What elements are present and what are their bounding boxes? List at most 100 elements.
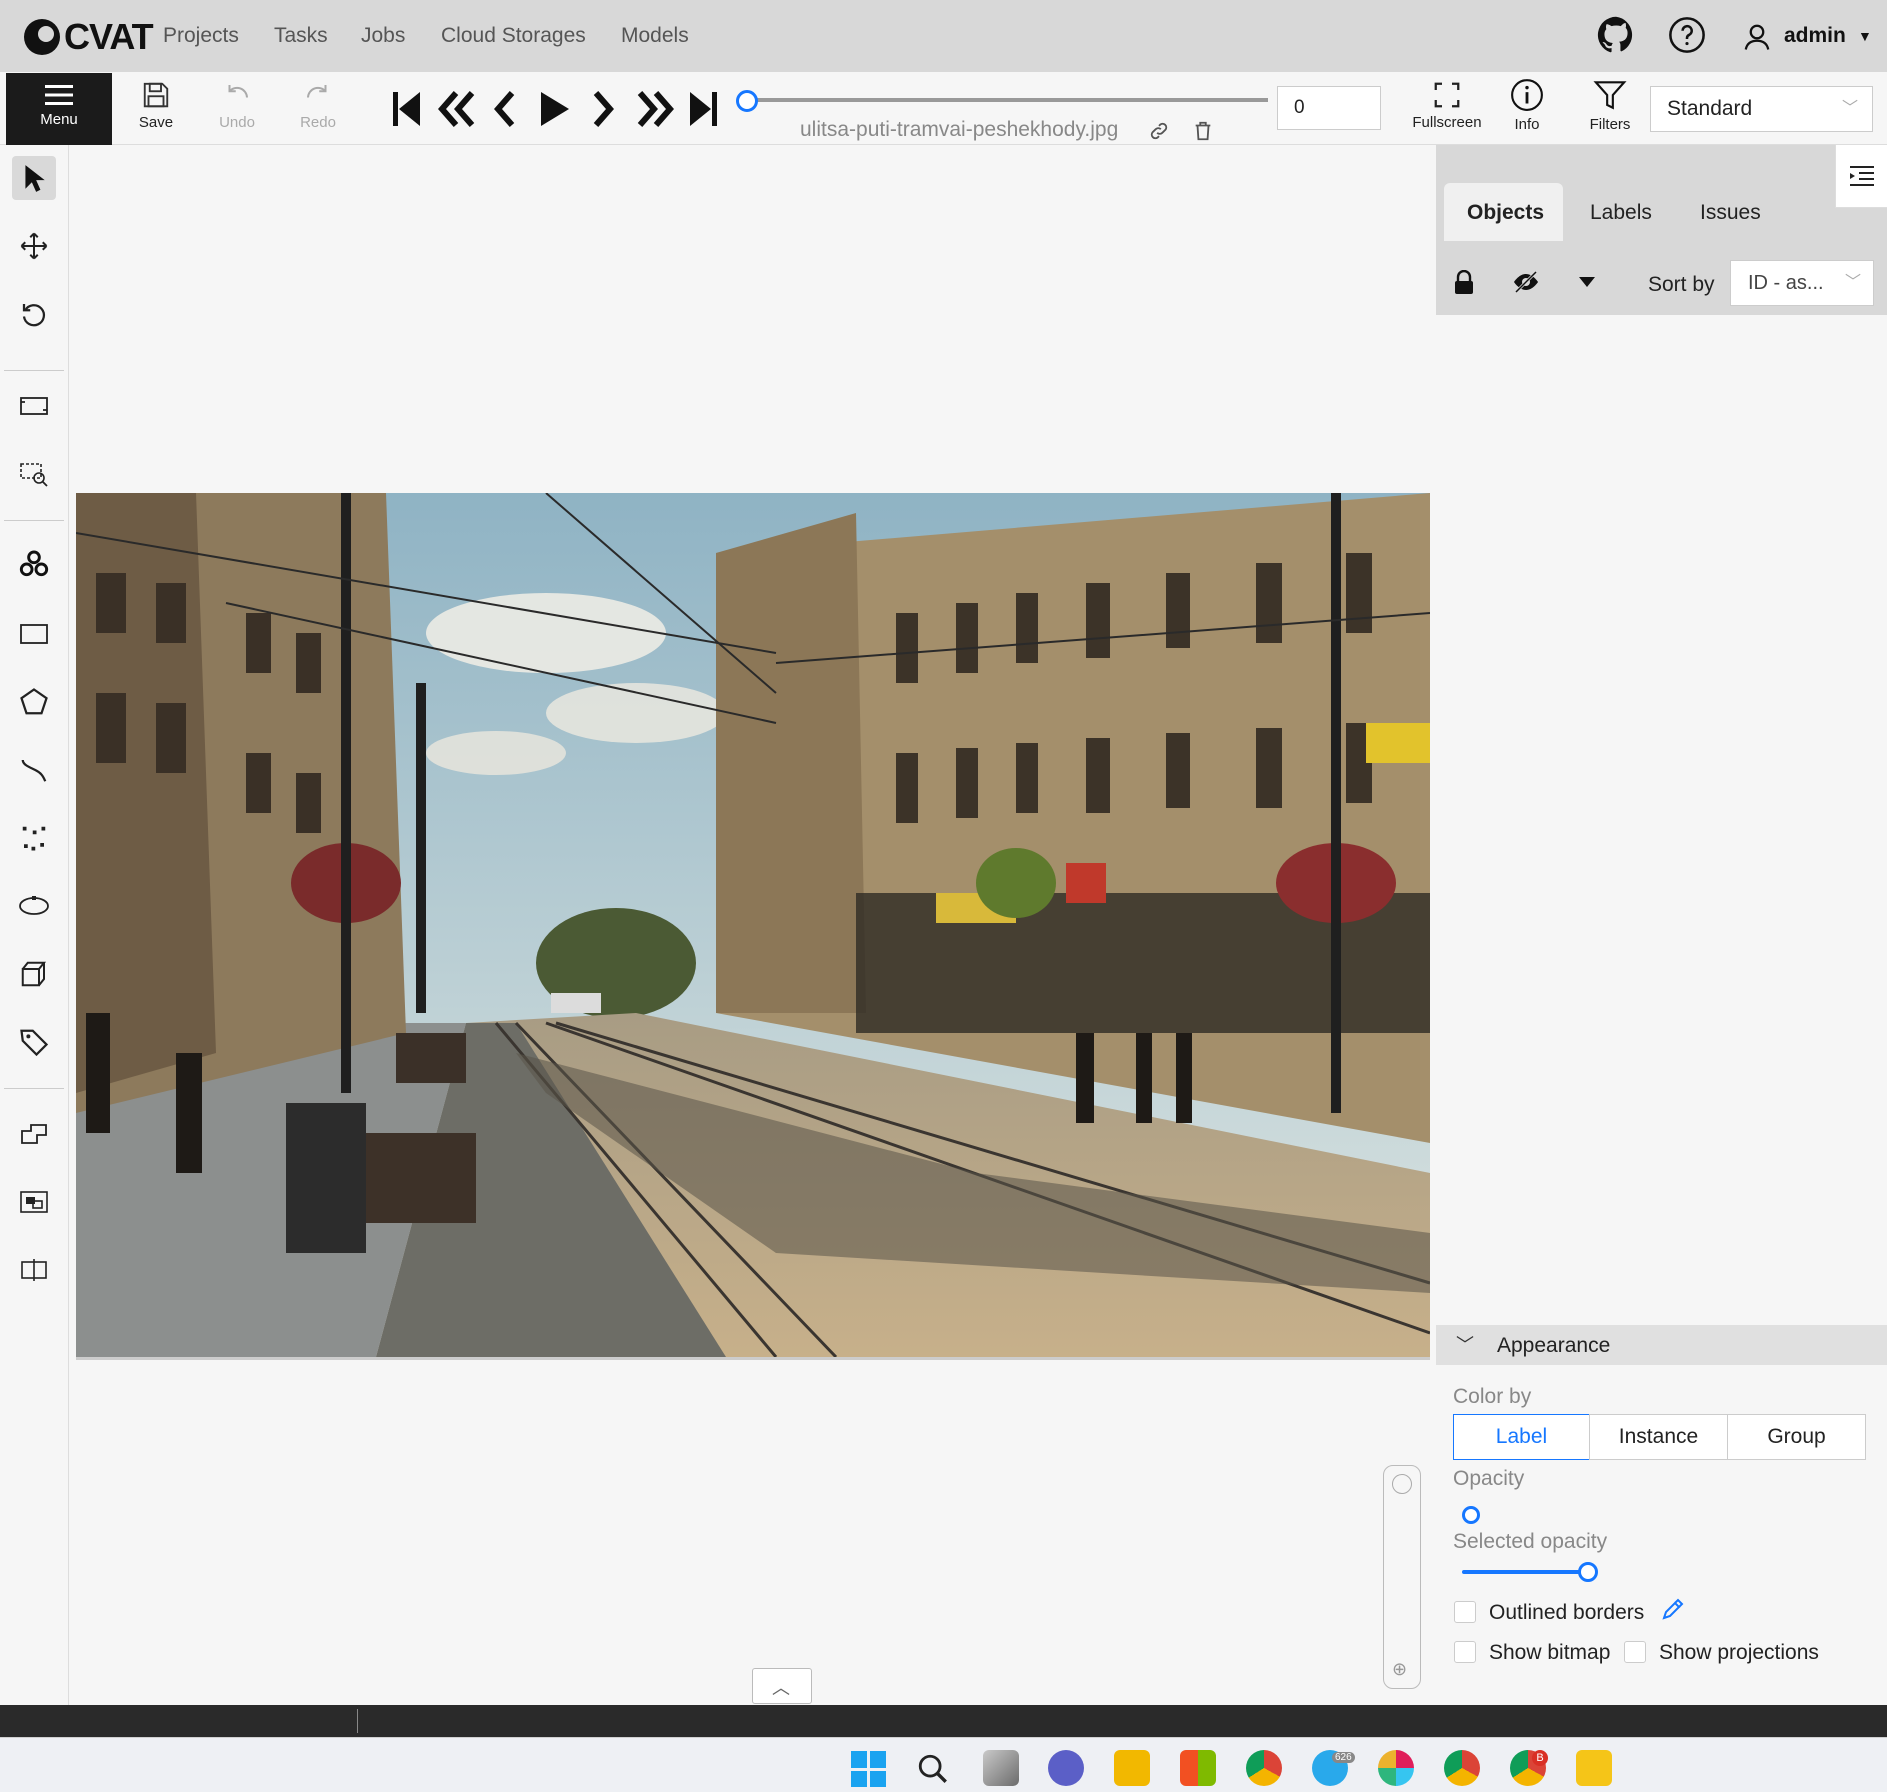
help-icon[interactable] <box>1668 16 1706 54</box>
rotate-tool[interactable] <box>12 292 56 336</box>
first-frame-icon[interactable] <box>390 88 422 130</box>
nav-projects[interactable]: Projects <box>163 24 239 48</box>
redo-button[interactable]: Redo <box>292 80 344 131</box>
sidebar-collapse-button[interactable] <box>1835 145 1887 208</box>
undo-label: Undo <box>219 114 255 131</box>
selected-opacity-slider-track[interactable] <box>1462 1570 1586 1574</box>
save-button[interactable]: Save <box>130 80 182 131</box>
microsoft-store-icon[interactable] <box>1180 1750 1216 1786</box>
nav-cloud-storages[interactable]: Cloud Storages <box>441 24 586 48</box>
nav-tasks[interactable]: Tasks <box>274 24 328 48</box>
merge-shapes-tool[interactable] <box>12 1112 56 1156</box>
zoom-handle[interactable] <box>1392 1474 1412 1494</box>
save-label: Save <box>138 114 174 131</box>
color-by-label-option[interactable]: Label <box>1453 1414 1590 1460</box>
windows-start-icon[interactable] <box>850 1750 888 1788</box>
fullscreen-button[interactable]: Fullscreen <box>1410 80 1484 131</box>
fast-forward-icon[interactable] <box>634 88 676 130</box>
menu-unfold-icon <box>1850 166 1874 186</box>
opacity-slider-handle[interactable] <box>1462 1506 1480 1524</box>
info-icon <box>1511 79 1543 111</box>
frame-number-input[interactable]: 0 <box>1277 86 1381 130</box>
draw-rectangle-tool[interactable] <box>12 612 56 656</box>
tab-labels[interactable]: Labels <box>1590 201 1652 225</box>
chrome-icon[interactable] <box>1246 1750 1282 1786</box>
color-by-group-option[interactable]: Group <box>1727 1414 1866 1460</box>
teams-icon[interactable] <box>1048 1750 1084 1786</box>
fit-image-tool[interactable] <box>12 384 56 428</box>
chrome-profile-badge: B <box>1532 1750 1548 1766</box>
tab-objects-label[interactable]: Objects <box>1467 201 1544 225</box>
magic-tools-icon <box>19 550 49 577</box>
nav-models[interactable]: Models <box>621 24 689 48</box>
workspace-select[interactable]: Standard ﹀ <box>1650 86 1873 132</box>
zoom-slider[interactable]: ⊕ <box>1383 1465 1421 1689</box>
eye-invisible-icon[interactable] <box>1512 270 1540 294</box>
points-icon <box>22 826 46 851</box>
sort-by-select[interactable]: ID - as... ﹀ <box>1730 260 1874 306</box>
chrome-profile-icon[interactable] <box>1444 1750 1480 1786</box>
username[interactable]: admin <box>1784 24 1846 48</box>
group-shapes-tool[interactable] <box>12 1180 56 1224</box>
task-view-icon[interactable] <box>983 1750 1019 1786</box>
info-button[interactable]: Info <box>1502 78 1552 133</box>
github-icon[interactable] <box>1597 16 1635 54</box>
draw-cuboid-tool[interactable] <box>12 952 56 996</box>
link-icon[interactable] <box>1148 120 1170 142</box>
outlined-borders-checkbox[interactable] <box>1454 1601 1476 1623</box>
hamburger-icon <box>45 85 73 105</box>
cvat-logo[interactable]: CVAT <box>24 16 154 57</box>
cursor-tool[interactable] <box>12 156 56 200</box>
menu-button[interactable]: Menu <box>6 73 112 145</box>
cvat-logo-icon <box>24 19 60 55</box>
ai-tools[interactable] <box>12 542 56 586</box>
user-menu-caret-icon[interactable]: ▼ <box>1858 28 1872 44</box>
show-bitmap-label: Show bitmap <box>1489 1641 1611 1664</box>
next-frame-icon[interactable] <box>588 88 618 130</box>
lock-icon[interactable] <box>1453 270 1475 296</box>
tab-issues[interactable]: Issues <box>1700 201 1761 225</box>
frame-slider-handle[interactable] <box>736 90 758 112</box>
annotation-canvas-image[interactable] <box>76 493 1430 1360</box>
search-icon[interactable] <box>916 1752 950 1786</box>
slack-icon[interactable] <box>1378 1750 1414 1786</box>
delete-frame-icon[interactable] <box>1192 120 1214 142</box>
previous-frame-icon[interactable] <box>490 88 520 130</box>
draw-polygon-tool[interactable] <box>12 680 56 724</box>
move-icon <box>20 232 48 260</box>
app-icon[interactable] <box>1576 1750 1612 1786</box>
caret-down-icon[interactable] <box>1578 276 1596 288</box>
show-projections-checkbox[interactable] <box>1624 1641 1646 1663</box>
last-frame-icon[interactable] <box>688 88 720 130</box>
cursor-icon <box>25 165 45 192</box>
workspace-value: Standard <box>1667 97 1753 120</box>
info-label: Info <box>1514 116 1540 133</box>
draw-ellipse-tool[interactable] <box>12 884 56 928</box>
opacity-label: Opacity <box>1453 1467 1525 1490</box>
frame-slider-track[interactable] <box>748 98 1268 102</box>
selected-opacity-slider-handle[interactable] <box>1578 1562 1598 1582</box>
zoom-region-tool[interactable] <box>12 452 56 496</box>
color-by-instance-option[interactable]: Instance <box>1589 1414 1728 1460</box>
filters-button[interactable]: Filters <box>1582 78 1638 133</box>
user-icon[interactable] <box>1742 22 1772 52</box>
setup-tag-tool[interactable] <box>12 1020 56 1064</box>
undo-button[interactable]: Undo <box>211 80 263 131</box>
file-explorer-icon[interactable] <box>1114 1750 1150 1786</box>
zoom-in-icon[interactable]: ⊕ <box>1392 1659 1407 1680</box>
color-picker-icon[interactable] <box>1660 1598 1684 1622</box>
nav-jobs[interactable]: Jobs <box>361 24 405 48</box>
draw-points-tool[interactable] <box>12 816 56 860</box>
play-icon[interactable] <box>537 88 571 130</box>
fast-backward-icon[interactable] <box>436 88 478 130</box>
merge-icon <box>21 1124 47 1144</box>
draw-polyline-tool[interactable] <box>12 748 56 792</box>
telegram-badge: 626 <box>1332 1752 1355 1763</box>
split-track-tool[interactable] <box>12 1248 56 1292</box>
color-by-label: Color by <box>1453 1385 1532 1408</box>
move-tool[interactable] <box>12 224 56 268</box>
appearance-header[interactable]: ﹀ Appearance <box>1436 1325 1887 1365</box>
collapse-up-button[interactable]: ︿ <box>752 1668 812 1704</box>
show-bitmap-checkbox[interactable] <box>1454 1641 1476 1663</box>
rectangle-icon <box>20 624 48 644</box>
